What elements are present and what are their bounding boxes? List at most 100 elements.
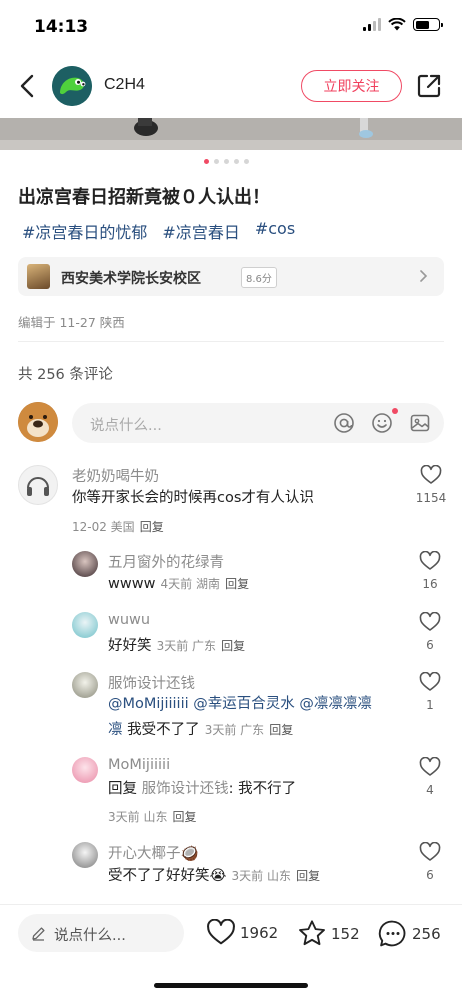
- like-button[interactable]: 4: [416, 756, 444, 797]
- reply-username[interactable]: 开心大椰子🥥: [108, 842, 199, 863]
- mention-link[interactable]: @MoMijiiiiii @幸运百合灵水 @凛凛凛凛: [108, 696, 372, 712]
- comment-text[interactable]: 你等开家长会的时候再cos才有人认识: [72, 486, 314, 510]
- post-image[interactable]: [0, 118, 462, 150]
- emoji-icon[interactable]: [371, 412, 393, 434]
- reply-button[interactable]: 回复: [140, 520, 164, 534]
- heart-icon: [419, 550, 441, 570]
- like-button[interactable]: 1154: [413, 464, 449, 505]
- reply-content-row: 凛 我受不了了 3天前 广东 回复: [108, 718, 293, 739]
- location-thumbnail: [27, 264, 50, 289]
- comment-username[interactable]: 老奶奶喝牛奶: [72, 465, 159, 486]
- reply-text[interactable]: 我受不了了: [123, 722, 200, 738]
- reply-text[interactable]: 好好笑: [108, 638, 152, 654]
- reply-button[interactable]: 回复: [269, 723, 293, 737]
- cellular-signal-icon: [363, 18, 381, 31]
- reply-username[interactable]: 五月窗外的花绿青: [108, 551, 224, 572]
- image-icon[interactable]: [409, 412, 431, 434]
- chevron-right-icon: [420, 270, 428, 282]
- reply-button[interactable]: 回复: [221, 639, 245, 653]
- replier-avatar[interactable]: [72, 672, 98, 698]
- share-button[interactable]: [416, 73, 442, 99]
- reply-text[interactable]: 受不了了好好笑😭: [108, 868, 226, 884]
- home-indicator: [154, 983, 308, 988]
- author-name[interactable]: C2H4: [104, 76, 145, 94]
- star-icon: [299, 920, 325, 946]
- reply-mentions: @MoMijiiiiii @幸运百合灵水 @凛凛凛凛: [108, 692, 372, 716]
- like-button[interactable]: 6: [416, 611, 444, 652]
- comment-meta: 12-02 美国: [72, 520, 135, 534]
- heart-icon: [419, 611, 441, 631]
- reply-to-user[interactable]: 服饰设计还钱: [142, 781, 229, 797]
- replier-avatar[interactable]: [72, 612, 98, 638]
- reply-button[interactable]: 回复: [173, 810, 197, 824]
- status-icons: [363, 18, 443, 31]
- reply-username[interactable]: 服饰设计还钱: [108, 672, 195, 693]
- reply-username[interactable]: wuwu: [108, 612, 150, 628]
- reply-meta: 3天前 山东: [108, 810, 168, 824]
- commenter-avatar[interactable]: [18, 465, 58, 505]
- reply-meta: 3天前 山东: [231, 869, 291, 883]
- collect-button[interactable]: 152: [297, 919, 360, 948]
- like-count: 1: [426, 698, 434, 712]
- author-avatar[interactable]: [52, 66, 92, 106]
- reply-item: 开心大椰子🥥 受不了了好好笑😭 3天前 山东 回复 6: [0, 840, 462, 890]
- location-score-badge: 8.6分: [241, 267, 277, 288]
- bottom-comment-input[interactable]: 说点什么...: [18, 914, 184, 952]
- reply-text[interactable]: wwww: [108, 576, 155, 592]
- back-button[interactable]: [14, 70, 40, 102]
- heart-icon: [207, 919, 235, 945]
- comments-button[interactable]: 256: [378, 919, 441, 948]
- post-comment-count: 256: [412, 924, 441, 943]
- heart-icon: [419, 841, 441, 861]
- heart-icon: [419, 756, 441, 776]
- reply-text[interactable]: : 我不行了: [229, 781, 297, 797]
- reply-item: wuwu 好好笑 3天前 广东 回复 6: [0, 610, 462, 658]
- replier-avatar[interactable]: [72, 551, 98, 577]
- battery-icon: [413, 18, 443, 31]
- follow-button[interactable]: 立即关注: [301, 70, 402, 102]
- like-count: 16: [422, 577, 438, 591]
- heart-icon: [420, 464, 442, 484]
- comment-bubble-icon: [378, 920, 406, 947]
- reply-item: 服饰设计还钱 @MoMijiiiiii @幸运百合灵水 @凛凛凛凛 凛 我受不了…: [0, 670, 462, 742]
- reply-username[interactable]: MoMijiiiii: [108, 757, 170, 773]
- edit-info: 编辑于 11-27 陕西: [18, 315, 125, 330]
- tag-link[interactable]: #cos: [255, 219, 295, 243]
- post-header: C2H4 立即关注: [0, 56, 462, 118]
- replier-avatar[interactable]: [72, 842, 98, 868]
- like-button[interactable]: 16: [416, 550, 444, 591]
- carousel-dot: [224, 159, 229, 164]
- carousel-dot: [204, 159, 209, 164]
- divider: [18, 341, 444, 342]
- status-bar: 14:13: [0, 0, 462, 56]
- like-button[interactable]: 1: [416, 671, 444, 712]
- notification-dot: [392, 408, 398, 414]
- reply-button[interactable]: 回复: [225, 577, 249, 591]
- mention-link[interactable]: 凛: [108, 722, 123, 738]
- carousel-dot: [244, 159, 249, 164]
- my-avatar[interactable]: [18, 402, 58, 442]
- carousel-dot: [214, 159, 219, 164]
- reply-content-row: 好好笑 3天前 广东 回复: [108, 634, 245, 655]
- reply-button[interactable]: 回复: [296, 869, 320, 883]
- like-count: 6: [426, 638, 434, 652]
- replier-avatar[interactable]: [72, 757, 98, 783]
- location-card[interactable]: 西安美术学院长安校区 8.6分: [18, 257, 444, 296]
- reply-content-row: wwww 4天前 湖南 回复: [108, 573, 249, 592]
- like-post-button[interactable]: 1962: [206, 919, 278, 946]
- tag-link[interactable]: #凉宫春日: [162, 219, 239, 243]
- comment-input[interactable]: 说点什么...: [72, 403, 444, 443]
- like-button[interactable]: 6: [416, 841, 444, 882]
- reply-item: 五月窗外的花绿青 wwww 4天前 湖南 回复 16: [0, 549, 462, 597]
- mention-icon[interactable]: [333, 412, 355, 434]
- reply-item: MoMijiiiii 回复 服饰设计还钱: 我不行了 3天前 山东 回复 4: [0, 755, 462, 827]
- reply-meta: 4天前 湖南: [160, 577, 220, 591]
- carousel-dot: [234, 159, 239, 164]
- carousel-indicator: [204, 159, 249, 164]
- reply-meta: 3天前 广东: [156, 639, 217, 653]
- like-count: 6: [426, 868, 434, 882]
- tag-link[interactable]: #凉宫春日的忧郁: [22, 219, 147, 243]
- share-icon: [417, 74, 441, 98]
- status-time: 14:13: [34, 17, 89, 37]
- pencil-icon: [32, 927, 45, 941]
